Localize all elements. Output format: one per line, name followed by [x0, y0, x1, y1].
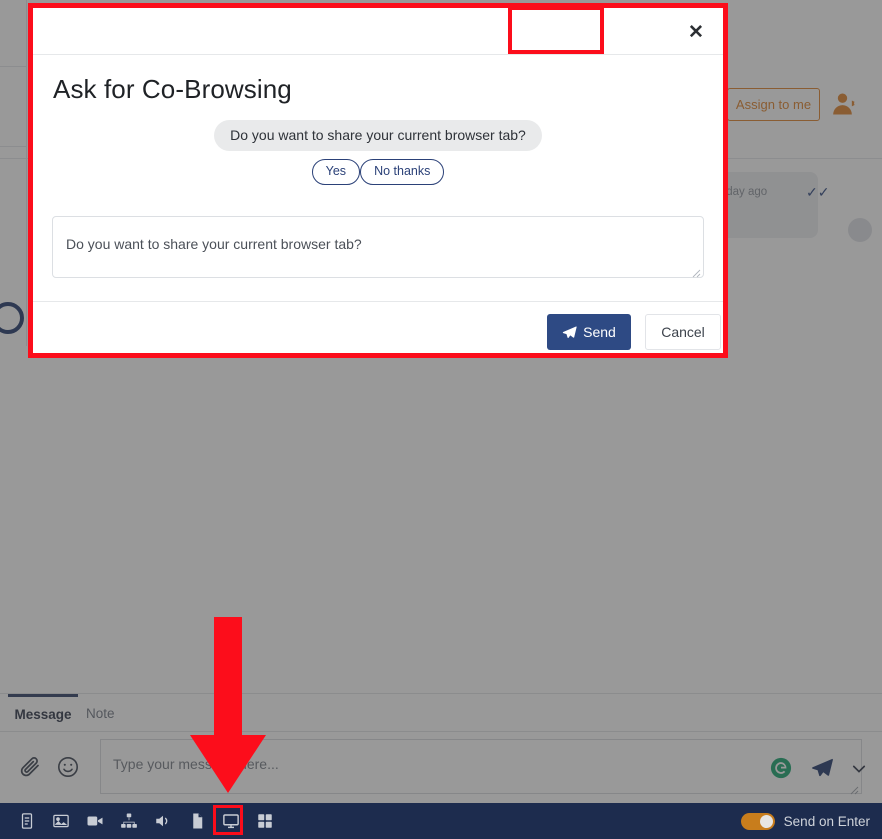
toggle-knob	[759, 814, 773, 828]
quick-action-icons	[10, 803, 282, 839]
message-composer: Message Note Type your message here...	[0, 693, 882, 803]
message-input[interactable]: Type your message here...	[100, 739, 862, 795]
sitemap-icon[interactable]	[112, 803, 146, 839]
tab-note[interactable]: Note	[86, 694, 134, 732]
panel-divider	[0, 66, 27, 67]
panel-divider	[26, 66, 27, 146]
brand-logo-partial	[0, 302, 24, 334]
panel-divider	[0, 146, 27, 147]
panel-divider	[26, 0, 27, 66]
monitor-icon[interactable]	[214, 803, 248, 839]
assign-to-me-button[interactable]: Assign to me	[727, 88, 820, 121]
tab-message-label: Message	[14, 707, 72, 722]
video-camera-icon[interactable]	[78, 803, 112, 839]
send-on-enter-toggle[interactable]	[740, 812, 775, 830]
composer-body: Type your message here...	[0, 732, 882, 803]
grammarly-icon[interactable]	[770, 757, 792, 779]
file-icon[interactable]	[180, 803, 214, 839]
paperclip-icon[interactable]	[18, 755, 42, 779]
grid-apps-icon[interactable]	[248, 803, 282, 839]
send-on-enter-label: Send on Enter	[783, 813, 870, 829]
composer-tabs: Message Note	[0, 694, 882, 732]
modal-highlight-annotation	[28, 3, 728, 358]
person-tag-icon[interactable]	[832, 90, 860, 118]
tab-note-label: Note	[86, 705, 115, 721]
send-on-enter-control[interactable]: Send on Enter	[740, 803, 870, 839]
double-check-icon: ✓✓	[806, 184, 830, 200]
speaker-icon[interactable]	[146, 803, 180, 839]
assign-to-me-label: Assign to me	[735, 97, 812, 112]
resize-handle-icon[interactable]	[849, 782, 859, 795]
avatar	[848, 218, 872, 242]
message-input-placeholder: Type your message here...	[113, 756, 279, 772]
image-icon[interactable]	[44, 803, 78, 839]
chevron-down-icon[interactable]	[850, 760, 868, 778]
send-plane-icon[interactable]	[810, 756, 834, 780]
tab-message[interactable]: Message	[8, 694, 78, 732]
quick-action-bar: Send on Enter	[0, 803, 882, 839]
smiley-icon[interactable]	[56, 755, 80, 779]
panel-divider	[26, 146, 27, 346]
article-icon[interactable]	[10, 803, 44, 839]
